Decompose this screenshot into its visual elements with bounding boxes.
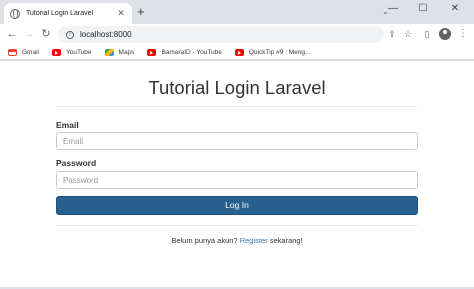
back-button[interactable]: ←: [5, 27, 19, 41]
bookmark-bamaraid[interactable]: BamaraID - YouTube: [147, 49, 222, 56]
bookmark-label: BamaraID - YouTube: [161, 49, 222, 56]
page-content: Tutorial Login Laravel Email Password Lo…: [0, 61, 474, 287]
login-button[interactable]: Log In: [56, 196, 418, 215]
register-prompt-suffix: sekarang!: [267, 236, 303, 245]
youtube-icon: [234, 49, 244, 56]
password-field[interactable]: [56, 171, 418, 189]
bookmark-star-icon[interactable]: ☆: [402, 29, 414, 40]
youtube-icon: [51, 49, 61, 56]
tab-strip: Tutorial Login Laravel ✕ + ⌄ — ☐ ✕: [0, 0, 474, 24]
divider: [56, 106, 418, 107]
register-prompt: Belum punya akun? Register sekarang!: [56, 236, 418, 245]
bookmark-quicktip[interactable]: QuickTip #9 : Meng...: [234, 49, 311, 56]
gmail-icon: [8, 49, 17, 56]
register-link[interactable]: Register: [240, 236, 268, 245]
maps-icon: [104, 49, 114, 56]
info-icon[interactable]: i: [66, 30, 74, 39]
bookmark-maps[interactable]: Maps: [104, 49, 135, 56]
tab-title: Tutorial Login Laravel: [26, 10, 94, 17]
bookmark-gmail[interactable]: Gmail: [8, 49, 39, 56]
tab-close-icon[interactable]: ✕: [116, 8, 126, 19]
maximize-button[interactable]: ☐: [408, 2, 438, 16]
side-panel-icon[interactable]: ▯: [421, 29, 433, 40]
bookmark-label: YouTube: [65, 49, 92, 56]
email-field[interactable]: [56, 132, 418, 150]
new-tab-button[interactable]: +: [137, 5, 145, 19]
page-title: Tutorial Login Laravel: [148, 77, 326, 98]
globe-icon: [10, 8, 20, 19]
bookmark-label: Maps: [118, 49, 135, 56]
browser-tab[interactable]: Tutorial Login Laravel ✕: [4, 3, 132, 24]
browser-toolbar: ← → ↻ i localhost:8000 ⇪ ☆ ▯ ⋮: [0, 24, 474, 46]
bookmark-label: QuickTip #9 : Meng...: [248, 49, 311, 56]
menu-icon[interactable]: ⋮: [458, 28, 468, 40]
share-icon[interactable]: ⇪: [386, 29, 398, 40]
address-bar[interactable]: i localhost:8000: [58, 26, 384, 43]
email-label: Email: [56, 120, 79, 130]
bookmarks-bar: Gmail YouTube Maps BamaraID - YouTube Qu…: [0, 46, 474, 60]
url-text: localhost:8000: [80, 30, 132, 39]
password-label: Password: [56, 158, 97, 168]
profile-avatar[interactable]: [439, 28, 451, 40]
bookmark-youtube[interactable]: YouTube: [51, 49, 92, 56]
reload-button[interactable]: ↻: [39, 27, 53, 41]
bookmark-label: Gmail: [22, 49, 39, 56]
minimize-button[interactable]: —: [378, 2, 408, 16]
register-prompt-prefix: Belum punya akun?: [171, 236, 240, 245]
divider: [56, 225, 418, 226]
window-close-button[interactable]: ✕: [440, 2, 470, 16]
forward-button[interactable]: →: [22, 27, 36, 41]
youtube-icon: [147, 49, 157, 56]
